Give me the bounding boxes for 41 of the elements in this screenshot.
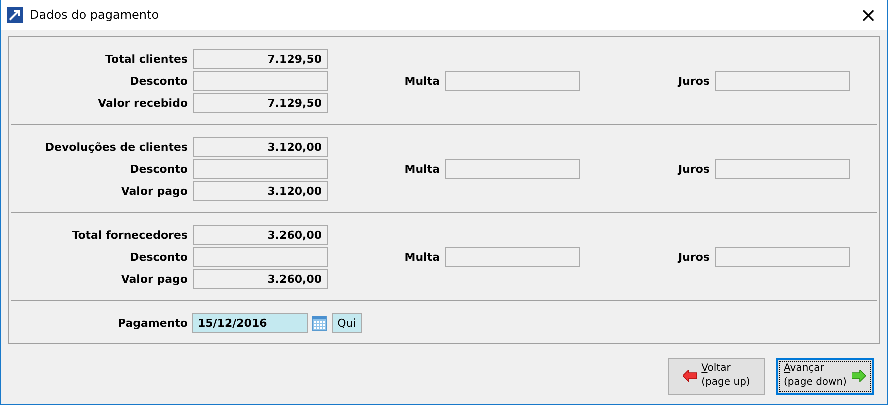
field-label: Valor recebido [98,96,188,110]
field-label: Juros [678,162,710,176]
input-field[interactable] [445,247,580,267]
field-label: Valor pago [121,184,188,198]
input-field[interactable] [193,71,328,91]
window-title: Dados do pagamento [30,8,160,22]
input-field[interactable]: 3.260,00 [193,269,328,289]
next-button[interactable]: Avançar (page down) [776,358,874,394]
input-field[interactable] [715,71,850,91]
input-field[interactable] [715,247,850,267]
input-field[interactable] [445,159,580,179]
input-field[interactable] [193,247,328,267]
left-arrow-icon [682,370,697,382]
weekday-button[interactable]: Qui [332,313,362,333]
input-field[interactable]: 3.120,00 [193,137,328,157]
field-label: Desconto [130,162,188,176]
input-field[interactable] [445,71,580,91]
input-field[interactable] [193,159,328,179]
field-label: Pagamento [118,316,188,330]
field-label: Desconto [130,250,188,264]
field-label: Juros [678,74,710,88]
field-label: Valor pago [121,272,188,286]
back-button[interactable]: Voltar (page up) [668,358,765,394]
field-label: Total fornecedores [72,228,188,242]
field-label: Multa [404,74,440,88]
field-label: Multa [404,162,440,176]
close-button[interactable]: × [856,5,881,25]
date-field[interactable]: 15/12/2016 [192,313,308,333]
app-icon [7,7,23,23]
field-label: Desconto [130,74,188,88]
field-label: Juros [678,250,710,264]
input-field[interactable]: 7.129,50 [193,93,328,113]
field-label: Total clientes [106,52,188,66]
calendar-icon[interactable] [312,315,327,331]
right-arrow-icon [852,370,866,382]
input-field[interactable] [715,159,850,179]
input-field[interactable]: 7.129,50 [193,49,328,69]
input-field[interactable]: 3.260,00 [193,225,328,245]
input-field[interactable]: 3.120,00 [193,181,328,201]
field-label: Multa [404,250,440,264]
field-label: Devoluções de clientes [45,140,188,154]
